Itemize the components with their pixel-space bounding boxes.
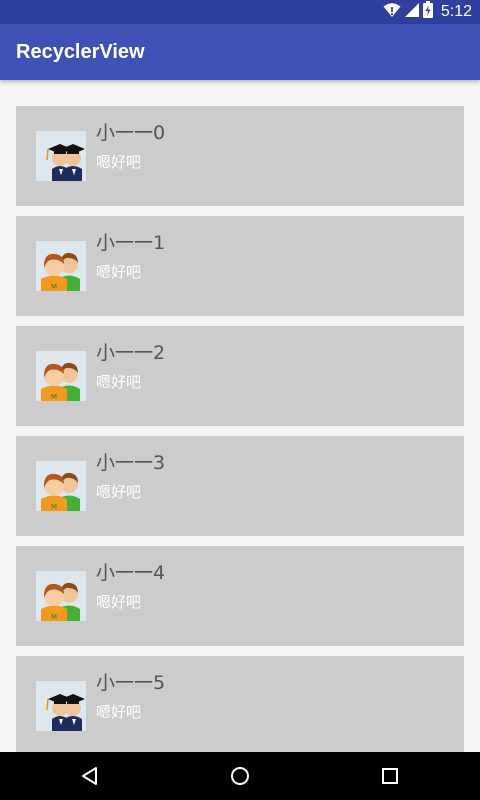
users-icon: M [36,461,86,511]
item-subtitle: 嗯好吧 [96,263,142,281]
list-item[interactable]: M 小一一4 嗯好吧 [16,546,464,646]
home-icon [231,767,249,785]
item-name: 小一一4 [96,562,166,584]
list-item[interactable]: 小一一5 嗯好吧 [16,656,464,752]
list-item[interactable]: M 小一一1 嗯好吧 [16,216,464,316]
app-bar: RecyclerView [0,24,480,80]
graduates-icon [36,131,86,181]
app-title: RecyclerView [16,41,145,63]
navigation-bar [0,752,480,800]
back-button[interactable] [60,752,120,800]
recycler-list[interactable]: 小一一0 嗯好吧 M 小一一1 嗯好吧 M 小一一2 嗯好吧 M 小一一3 嗯好… [0,80,480,752]
graduates-icon [36,681,86,731]
svg-text:M: M [51,393,57,401]
cell-signal-icon [404,2,419,22]
item-subtitle: 嗯好吧 [96,483,142,501]
users-icon: M [36,351,86,401]
item-name: 小一一0 [96,122,166,144]
svg-text:M: M [51,503,57,511]
item-name: 小一一1 [96,232,166,254]
list-item[interactable]: 小一一0 嗯好吧 [16,106,464,206]
svg-text:M: M [51,283,57,291]
svg-text:M: M [51,613,57,621]
users-icon: M [36,571,86,621]
back-icon [82,767,97,785]
status-time: 5:12 [440,3,472,20]
list-item[interactable]: M 小一一3 嗯好吧 [16,436,464,536]
home-button[interactable] [210,752,270,800]
item-name: 小一一2 [96,342,166,364]
item-name: 小一一5 [96,672,166,694]
list-item[interactable]: M 小一一2 嗯好吧 [16,326,464,426]
users-icon: M [36,241,86,291]
recents-button[interactable] [360,752,420,800]
item-name: 小一一3 [96,452,166,474]
item-subtitle: 嗯好吧 [96,373,142,391]
item-subtitle: 嗯好吧 [96,593,142,611]
recents-icon [382,768,398,784]
status-bar: 5:12 [0,0,480,24]
wifi-icon [383,2,401,23]
item-subtitle: 嗯好吧 [96,153,142,171]
battery-charging-icon [422,1,433,23]
item-subtitle: 嗯好吧 [96,703,142,721]
status-icons: 5:12 [383,0,480,24]
